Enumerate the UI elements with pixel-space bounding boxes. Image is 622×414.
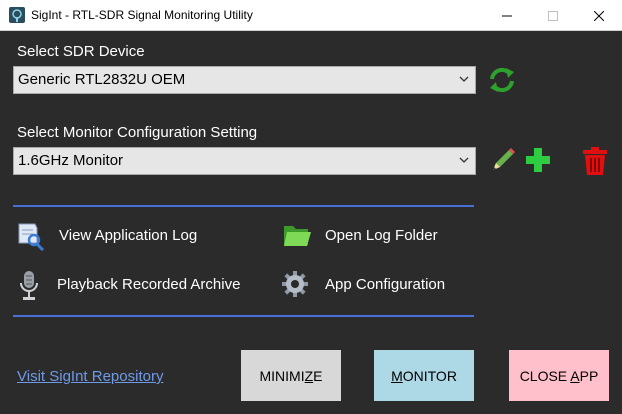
monitor-mnemonic: M xyxy=(391,367,403,384)
minimize-label-part: E xyxy=(313,367,323,384)
pencil-icon[interactable] xyxy=(489,146,517,174)
minimize-icon xyxy=(502,15,512,16)
view-application-log-link[interactable]: View Application Log xyxy=(59,227,197,244)
app-icon xyxy=(9,7,25,23)
separator-top xyxy=(13,205,474,207)
monitor-config-select[interactable]: 1.6GHz Monitor xyxy=(13,147,476,175)
add-icon[interactable] xyxy=(524,146,552,174)
window-title: SigInt - RTL-SDR Signal Monitoring Utili… xyxy=(31,8,253,22)
monitor-config-value: 1.6GHz Monitor xyxy=(18,152,124,169)
chevron-down-icon xyxy=(459,157,469,163)
close-app-label: CLOSE APP xyxy=(520,368,599,384)
refresh-icon[interactable] xyxy=(488,66,516,94)
microphone-icon[interactable] xyxy=(17,270,41,302)
open-log-folder-link[interactable]: Open Log Folder xyxy=(325,227,438,244)
close-app-button[interactable]: CLOSE APP xyxy=(509,350,609,401)
window-close-button[interactable] xyxy=(576,0,622,31)
separator-bottom xyxy=(13,315,474,317)
folder-icon[interactable] xyxy=(282,221,312,249)
maximize-icon xyxy=(548,10,558,21)
minimize-button[interactable]: MINIMIZE xyxy=(241,350,341,401)
minimize-label: MINIMIZE xyxy=(259,368,322,384)
close-icon xyxy=(594,10,604,21)
close-label-part: PP xyxy=(579,367,599,384)
sdr-device-select[interactable]: Generic RTL2832U OEM xyxy=(13,66,476,94)
trash-icon[interactable] xyxy=(582,146,608,176)
close-label-part: CLOSE xyxy=(519,367,571,384)
close-mnemonic: A xyxy=(570,367,580,384)
gear-icon[interactable] xyxy=(281,270,309,298)
monitor-label: MONITOR xyxy=(391,368,457,384)
playback-recorded-archive-link[interactable]: Playback Recorded Archive xyxy=(57,276,240,293)
chevron-down-icon xyxy=(459,76,469,82)
visit-repository-link[interactable]: Visit SigInt Repository xyxy=(17,368,163,385)
sdr-device-label: Select SDR Device xyxy=(17,43,145,60)
minimize-label-part: MINIMI xyxy=(259,367,305,384)
window-maximize-button[interactable] xyxy=(530,0,576,31)
sdr-device-value: Generic RTL2832U OEM xyxy=(18,71,186,88)
monitor-button[interactable]: MONITOR xyxy=(374,350,474,401)
window-minimize-button[interactable] xyxy=(484,0,530,31)
minimize-mnemonic: Z xyxy=(304,367,314,384)
title-bar: SigInt - RTL-SDR Signal Monitoring Utili… xyxy=(0,0,622,31)
log-viewer-icon[interactable] xyxy=(15,221,45,251)
app-configuration-link[interactable]: App Configuration xyxy=(325,276,445,293)
monitor-config-label: Select Monitor Configuration Setting xyxy=(17,124,258,141)
monitor-label-part: ONITOR xyxy=(402,367,457,384)
